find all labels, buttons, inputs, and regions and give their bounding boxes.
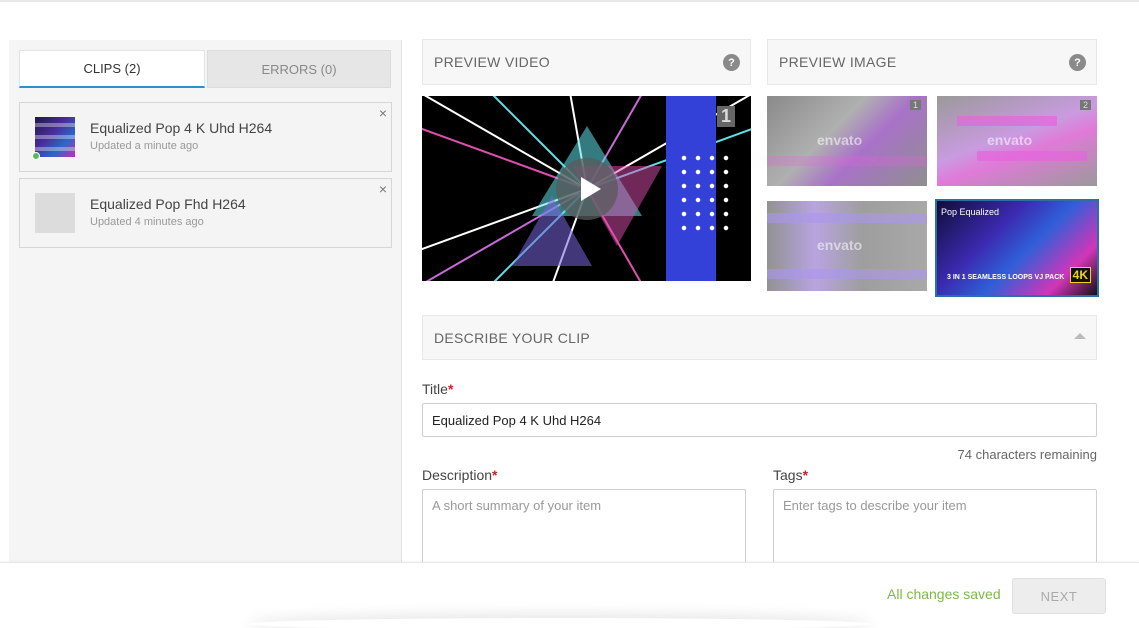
tab-clips[interactable]: CLIPS (2)	[19, 50, 205, 88]
video-dot-pattern	[677, 151, 737, 231]
play-icon[interactable]	[556, 158, 618, 220]
close-icon[interactable]: ×	[379, 105, 387, 121]
video-overlay-number: 1	[716, 106, 735, 127]
thumbnail-subtitle: 3 IN 1 SEAMLESS LOOPS VJ PACK	[947, 274, 1065, 281]
envato-watermark: envato	[817, 132, 863, 148]
tab-errors[interactable]: ERRORS (0)	[207, 50, 391, 88]
help-icon[interactable]: ?	[723, 54, 740, 71]
4k-badge: 4K	[1069, 267, 1091, 283]
description-label: Description*	[422, 467, 498, 483]
sidebar-tabs: CLIPS (2) ERRORS (0)	[19, 50, 391, 88]
close-icon[interactable]: ×	[379, 181, 387, 197]
title-label: Title*	[422, 381, 454, 397]
preview-video-header: PREVIEW VIDEO ?	[422, 39, 751, 85]
required-asterisk: *	[492, 467, 498, 483]
clip-updated-time: Updated a minute ago	[90, 140, 199, 152]
preview-image-option-2[interactable]: envato 2	[937, 96, 1097, 186]
envato-watermark: envato	[817, 237, 863, 253]
preview-image-option-3[interactable]: envato	[767, 201, 927, 291]
status-online-dot	[32, 152, 40, 160]
clip-title: Equalized Pop 4 K Uhd H264	[90, 120, 273, 136]
preview-image-header: PREVIEW IMAGE ?	[767, 39, 1097, 85]
thumbnail-title: Pop Equalized	[941, 207, 1000, 217]
clip-item-1[interactable]: Equalized Pop 4 K Uhd H264 Updated a min…	[19, 102, 392, 172]
preview-video-player[interactable]: 1	[422, 96, 751, 281]
clips-sidebar: CLIPS (2) ERRORS (0) Equalized Pop 4 K U…	[9, 40, 402, 565]
thumbnail-badge: 2	[1079, 100, 1091, 110]
preview-image-option-1[interactable]: envato 1	[767, 96, 927, 186]
describe-clip-title: DESCRIBE YOUR CLIP	[434, 330, 591, 346]
required-asterisk: *	[447, 381, 454, 397]
preview-image-option-4-selected[interactable]: Pop Equalized 3 IN 1 SEAMLESS LOOPS VJ P…	[935, 199, 1099, 297]
thumbnail-badge: 1	[909, 100, 921, 110]
top-divider	[0, 0, 1139, 2]
clip-updated-time: Updated 4 minutes ago	[90, 216, 204, 228]
clip-title: Equalized Pop Fhd H264	[90, 196, 246, 212]
characters-remaining: 74 characters remaining	[957, 447, 1097, 462]
describe-clip-header[interactable]: DESCRIBE YOUR CLIP	[422, 315, 1097, 360]
envato-watermark: envato	[987, 132, 1033, 148]
title-input[interactable]	[422, 403, 1097, 437]
required-asterisk: *	[802, 467, 809, 483]
save-status: All changes saved	[887, 586, 1001, 602]
help-icon[interactable]: ?	[1069, 54, 1086, 71]
preview-image-title: PREVIEW IMAGE	[779, 54, 897, 70]
next-button[interactable]: NEXT	[1012, 578, 1106, 614]
preview-video-title: PREVIEW VIDEO	[434, 54, 550, 70]
caret-up-icon[interactable]	[1074, 333, 1086, 339]
clip-thumbnail-placeholder	[35, 193, 75, 233]
clip-item-2[interactable]: Equalized Pop Fhd H264 Updated 4 minutes…	[19, 178, 392, 248]
tags-label: Tags*	[773, 467, 809, 483]
footer-shadow	[250, 618, 870, 628]
clip-thumbnail	[35, 117, 75, 157]
